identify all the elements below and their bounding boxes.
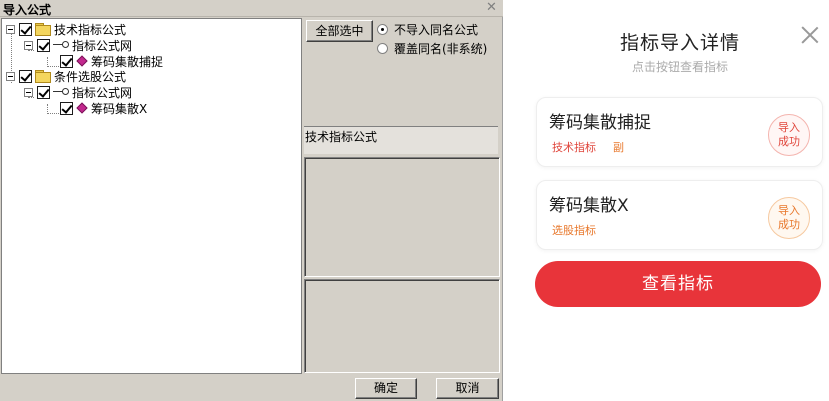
indicator-type-tag: 技术指标	[552, 141, 596, 154]
select-all-button[interactable]: 全部选中	[306, 20, 373, 42]
stamp-line-1: 导入	[778, 121, 800, 134]
import-success-stamp: 导入 成功	[768, 114, 810, 156]
indicator-name: 筹码集散X	[549, 196, 629, 216]
checkbox[interactable]	[37, 85, 50, 99]
key-icon	[53, 40, 69, 50]
collapse-toggle-icon[interactable]	[6, 24, 15, 34]
gem-icon	[76, 102, 88, 114]
radio-label: 不导入同名公式	[394, 23, 479, 37]
modal-title: 指标导入详情	[619, 32, 740, 54]
indicator-type-tag: 选股指标	[552, 224, 596, 237]
checkbox[interactable]	[19, 22, 32, 36]
tree-node-formula-2[interactable]: 筹码集散X	[60, 100, 147, 116]
radio-label: 覆盖同名(非系统)	[394, 42, 488, 56]
modal-subtitle: 点击按钮查看指标	[631, 60, 728, 74]
import-success-stamp: 导入 成功	[768, 197, 810, 239]
view-indicators-button[interactable]: 查看指标	[535, 261, 821, 307]
key-icon	[53, 87, 69, 97]
collapse-toggle-icon[interactable]	[6, 71, 15, 81]
ok-button[interactable]: 确定	[355, 378, 417, 399]
dialog-close-icon[interactable]: ✕	[485, 0, 498, 15]
stamp-line-2: 成功	[778, 135, 800, 148]
indicator-name: 筹码集散捕捉	[549, 113, 651, 133]
tree-node-formula-net-2[interactable]: 指标公式网	[24, 84, 132, 100]
dialog-titlebar: 导入公式 ✕	[0, 0, 503, 17]
folder-icon	[35, 23, 51, 36]
tree-node-label: 条件选股公式	[54, 69, 127, 84]
tree-node-label: 技术指标公式	[54, 22, 127, 37]
formula-description-box[interactable]	[304, 157, 500, 277]
tree-node-screening-formulas[interactable]: 条件选股公式	[6, 68, 126, 84]
radio-overwrite-duplicates[interactable]: 覆盖同名(非系统)	[377, 40, 487, 57]
formula-preview-box[interactable]	[304, 279, 500, 373]
tree-node-tech-formulas[interactable]: 技术指标公式	[6, 21, 126, 37]
collapse-toggle-icon[interactable]	[24, 40, 33, 50]
stamp-line-1: 导入	[778, 204, 800, 217]
import-details-modal: 指标导入详情 点击按钮查看指标 筹码集散捕捉 技术指标 副 导入 成功 筹码集散…	[503, 0, 829, 401]
radio-selected-icon[interactable]	[377, 24, 388, 35]
import-result-card: 筹码集散捕捉 技术指标 副 导入 成功	[536, 97, 823, 167]
import-result-card: 筹码集散X 选股指标 导入 成功	[536, 180, 823, 250]
checkbox[interactable]	[60, 101, 73, 115]
formula-tree[interactable]: 技术指标公式 指标公式网 筹码集散捕捉 条件选股公式 指标公式网 筹码集散X	[1, 18, 302, 374]
stamp-line-2: 成功	[778, 218, 800, 231]
radio-skip-duplicates[interactable]: 不导入同名公式	[377, 21, 478, 38]
cancel-button[interactable]: 取消	[436, 378, 499, 399]
folder-icon	[35, 70, 51, 83]
indicator-subtype-tag: 副	[613, 141, 624, 154]
radio-unselected-icon[interactable]	[377, 43, 388, 54]
checkbox[interactable]	[60, 54, 73, 68]
formula-info-label: 技术指标公式	[304, 126, 498, 154]
gem-icon	[76, 55, 88, 67]
tree-node-label: 筹码集散X	[91, 101, 148, 116]
tree-node-label: 指标公式网	[72, 85, 133, 100]
checkbox[interactable]	[37, 38, 50, 52]
close-icon[interactable]	[799, 24, 821, 46]
dialog-title: 导入公式	[3, 3, 52, 17]
tree-node-formula-net-1[interactable]: 指标公式网	[24, 37, 132, 53]
checkbox[interactable]	[19, 69, 32, 83]
collapse-toggle-icon[interactable]	[24, 87, 33, 97]
tree-node-label: 指标公式网	[72, 38, 133, 53]
import-formula-dialog: 导入公式 ✕ 技术指标公式 指标公式网 筹码集散捕捉 条件选股公式 指标公式网 …	[0, 0, 503, 401]
